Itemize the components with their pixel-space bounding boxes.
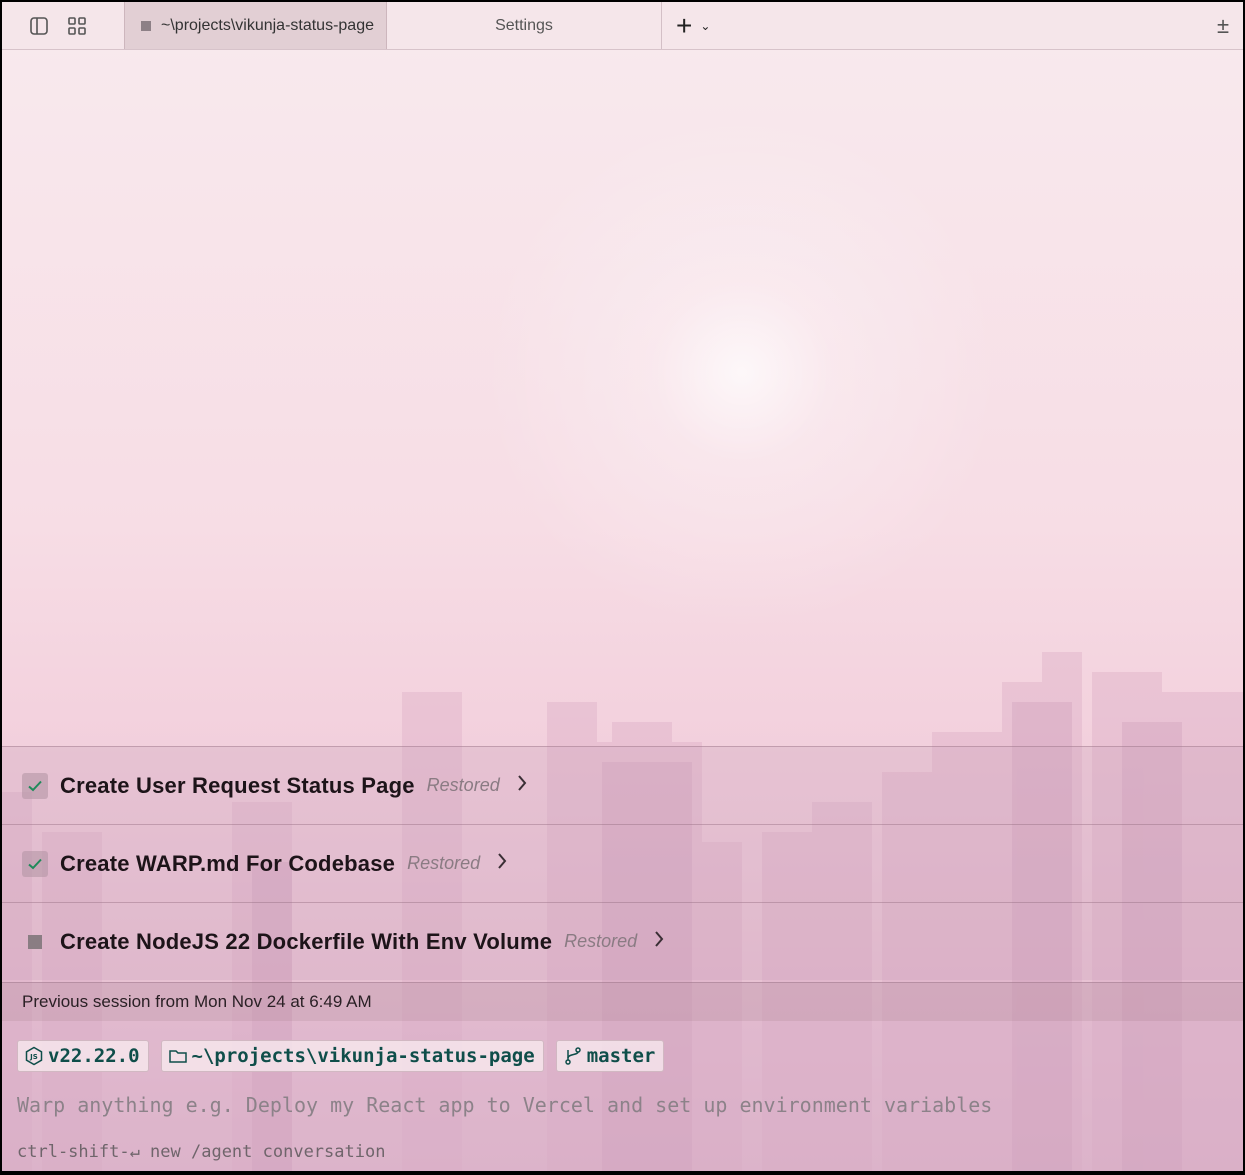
block-title: Create User Request Status Page [60,772,415,798]
chevron-down-icon[interactable]: ⌄ [700,19,710,33]
grid-icon[interactable] [58,2,96,49]
chevron-right-icon[interactable] [653,929,665,955]
tab-terminal[interactable]: ~\projects\vikunja-status-page [124,2,387,49]
block-status: Restored [564,931,638,951]
git-branch: master [586,1045,656,1067]
tab-square-icon [141,20,151,31]
plus-minus-icon[interactable]: ± [1203,2,1243,49]
svg-text:JS: JS [29,1053,38,1061]
tab-bar: ~\projects\vikunja-status-page Settings … [2,2,1243,50]
input-area[interactable]: JS v22.22.0 ~\projects\vikunja-status-pa… [2,1021,1243,1171]
agent-hint: ctrl-shift-↵ new /agent conversation [17,1142,386,1162]
session-label: Previous session from Mon Nov 24 at 6:49… [22,992,372,1011]
chevron-right-icon[interactable] [496,851,508,877]
block-status: Restored [407,853,481,873]
check-icon [22,772,48,799]
restored-blocks: Create User Request Status Page Restored… [2,746,1243,980]
block-item[interactable]: Create WARP.md For Codebase Restored [2,824,1243,902]
previous-session-bar: Previous session from Mon Nov 24 at 6:49… [2,982,1243,1021]
git-branch-icon [564,1047,581,1065]
nodejs-icon: JS [25,1046,43,1066]
tab-settings-label: Settings [495,16,553,34]
command-input[interactable]: Warp anything e.g. Deploy my React app t… [17,1093,992,1117]
stop-square-icon [22,929,48,955]
tab-settings[interactable]: Settings [387,2,662,49]
tab-terminal-label: ~\projects\vikunja-status-page [161,16,374,34]
node-version: v22.22.0 [48,1045,140,1067]
check-icon [22,850,48,877]
block-title: Create WARP.md For Codebase [60,850,396,876]
context-chips: JS v22.22.0 ~\projects\vikunja-status-pa… [17,1040,676,1072]
block-item[interactable]: Create User Request Status Page Restored [2,746,1243,824]
warp-window: ~\projects\vikunja-status-page Settings … [2,2,1243,1171]
node-version-chip[interactable]: JS v22.22.0 [17,1040,149,1072]
block-status: Restored [426,775,500,795]
block-item[interactable]: Create NodeJS 22 Dockerfile With Env Vol… [2,902,1243,980]
chevron-right-icon[interactable] [516,773,528,799]
new-tab-button[interactable]: + ⌄ [662,2,710,49]
directory-path: ~\projects\vikunja-status-page [191,1045,535,1067]
plus-icon: + [676,9,693,41]
git-branch-chip[interactable]: master [555,1040,665,1072]
block-title: Create NodeJS 22 Dockerfile With Env Vol… [60,928,553,954]
sidebar-toggle-icon[interactable] [20,2,58,49]
folder-icon [168,1050,187,1063]
directory-chip[interactable]: ~\projects\vikunja-status-page [160,1040,544,1072]
